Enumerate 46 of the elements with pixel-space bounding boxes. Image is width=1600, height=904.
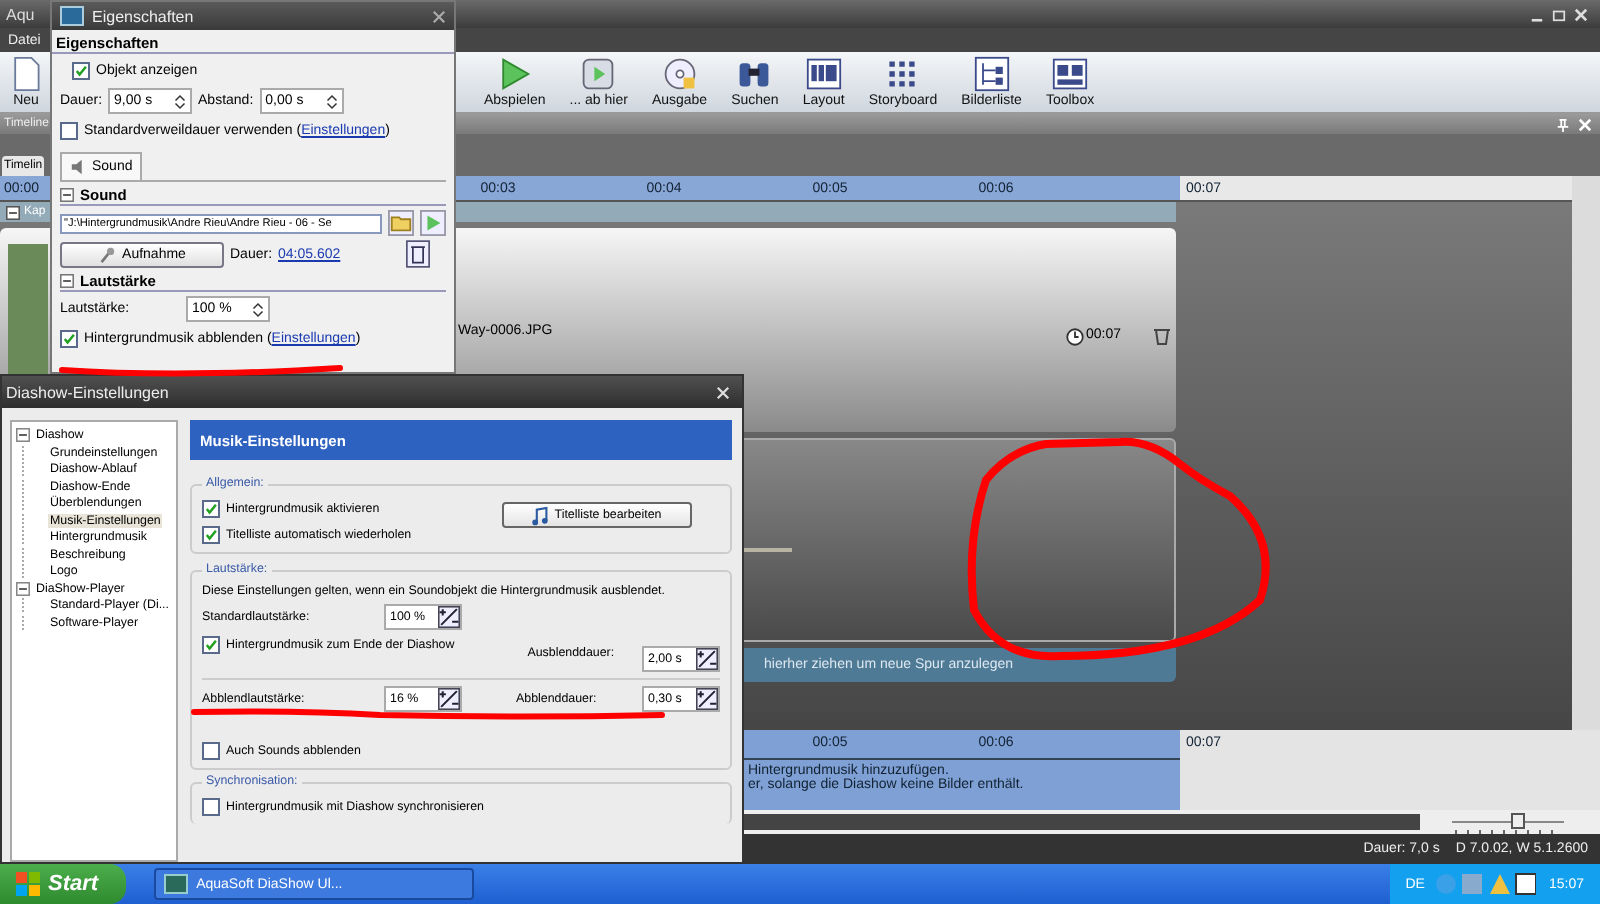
clock-icon — [1066, 328, 1084, 346]
checkbox[interactable] — [60, 122, 78, 140]
zoom-slider[interactable] — [1448, 810, 1568, 834]
spin-button-icon[interactable] — [696, 648, 718, 670]
restore-icon[interactable] — [1552, 7, 1566, 21]
checkbox[interactable] — [202, 499, 220, 517]
spin-button-icon[interactable] — [438, 606, 460, 628]
layout-icon — [805, 56, 842, 92]
collapse-icon[interactable] — [60, 188, 74, 202]
film-play-icon — [580, 56, 617, 92]
dialog-title: Diashow-Einstellungen — [6, 383, 169, 401]
close-icon[interactable] — [432, 9, 446, 23]
slider-thumb[interactable] — [1511, 813, 1525, 829]
window-title: Aqu — [6, 5, 35, 23]
spin-arrows-icon[interactable] — [252, 299, 264, 319]
collapse-icon[interactable] — [16, 428, 30, 442]
trash-icon[interactable] — [1152, 326, 1172, 346]
list-icon — [973, 56, 1010, 92]
checkbox[interactable] — [202, 636, 220, 654]
checkbox[interactable] — [60, 330, 78, 348]
microphone-icon — [98, 245, 117, 263]
grid-icon — [884, 56, 921, 92]
checkbox[interactable] — [202, 525, 220, 543]
play-icon — [496, 56, 533, 92]
scrollbar[interactable] — [1572, 176, 1600, 730]
trash-icon[interactable] — [406, 240, 430, 268]
pin-icon[interactable] — [1556, 117, 1570, 131]
toolbox-icon — [1052, 56, 1089, 92]
checkbox[interactable] — [72, 62, 90, 80]
window-title: Eigenschaften — [92, 7, 194, 25]
music-note-icon — [532, 505, 549, 525]
disc-icon — [661, 56, 698, 92]
spin-button-icon[interactable] — [438, 688, 460, 710]
spin-button-icon[interactable] — [696, 688, 718, 710]
windows-flag-icon — [16, 872, 40, 896]
collapse-icon[interactable] — [60, 274, 74, 288]
tray-icons-drawing[interactable] — [1436, 872, 1537, 896]
checkbox[interactable] — [202, 797, 220, 815]
checkbox[interactable] — [202, 741, 220, 759]
document-icon — [8, 56, 44, 92]
collapse-icon[interactable] — [16, 581, 30, 595]
collapse-icon[interactable] — [6, 205, 20, 219]
spin-arrows-icon[interactable] — [174, 91, 187, 111]
spin-arrows-icon[interactable] — [325, 91, 338, 111]
app-icon — [164, 874, 189, 894]
app-icon — [60, 6, 84, 26]
